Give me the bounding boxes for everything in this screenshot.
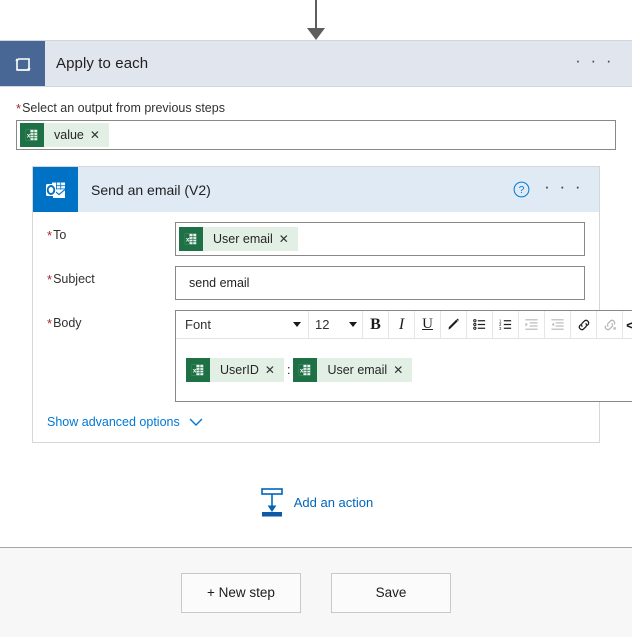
excel-icon: x xyxy=(293,358,318,382)
unlink-icon[interactable] xyxy=(597,311,622,338)
apply-to-each-title: Apply to each xyxy=(56,55,149,72)
select-output-label-text: Select an output from previous steps xyxy=(22,101,225,115)
new-step-button[interactable]: + New step xyxy=(181,572,301,613)
required-marker: * xyxy=(47,272,53,287)
body-rich-text-editor[interactable]: Font 12 B I U 1 2 3 < x UserID ✕: x Use… xyxy=(175,310,632,402)
dynamic-token-user-email[interactable]: x User email ✕ xyxy=(179,227,298,251)
chevron-down-icon xyxy=(349,322,357,327)
token-label: User email xyxy=(213,232,273,246)
subject-field-row: *Subject send email xyxy=(33,256,599,300)
svg-text:x: x xyxy=(27,133,31,140)
required-marker: * xyxy=(47,228,53,243)
subject-value: send email xyxy=(189,276,250,290)
indent-increase-icon[interactable] xyxy=(519,311,544,338)
token-label: UserID xyxy=(220,363,259,377)
underline-button[interactable]: U xyxy=(415,311,440,338)
dynamic-token-user-email[interactable]: x User email ✕ xyxy=(293,358,413,382)
to-field-row: *To x User email ✕ xyxy=(33,212,599,256)
excel-icon: x xyxy=(20,123,44,147)
token-label: value xyxy=(54,128,84,142)
code-view-icon[interactable]: </> xyxy=(623,311,632,338)
apply-to-each-scope: Apply to each · · · *Select an output fr… xyxy=(0,40,632,443)
save-button[interactable]: Save xyxy=(331,572,451,613)
excel-icon: x xyxy=(179,227,203,251)
scope-menu-ellipsis[interactable]: · · · xyxy=(575,52,614,71)
outlook-icon xyxy=(33,167,78,212)
show-advanced-options-label: Show advanced options xyxy=(47,415,180,429)
svg-text:x: x xyxy=(300,368,304,375)
italic-button[interactable]: I xyxy=(389,311,414,338)
indent-decrease-icon[interactable] xyxy=(545,311,570,338)
send-email-card-body: *To x User email ✕ *Subject send email *… xyxy=(33,212,632,442)
token-remove-icon[interactable]: ✕ xyxy=(265,364,284,376)
add-action-container: Add an action xyxy=(0,487,632,517)
svg-text:?: ? xyxy=(519,185,525,196)
body-field: Font 12 B I U 1 2 3 < x UserID ✕: x Use… xyxy=(175,310,632,402)
chevron-down-icon xyxy=(189,418,203,426)
font-size-value: 12 xyxy=(315,317,330,332)
to-label-text: To xyxy=(53,228,67,242)
body-label: *Body xyxy=(47,310,175,331)
subject-label-text: Subject xyxy=(53,272,95,286)
chevron-down-icon xyxy=(293,322,301,327)
excel-icon: x xyxy=(186,358,210,382)
body-label-text: Body xyxy=(53,316,82,330)
body-content-area[interactable]: x UserID ✕: x User email ✕ xyxy=(176,339,632,401)
send-email-card-header[interactable]: Send an email (V2) ? · · · xyxy=(33,167,599,212)
subject-field: send email xyxy=(175,266,585,300)
select-output-input[interactable]: x value ✕ xyxy=(16,120,616,150)
dynamic-token-userid[interactable]: x UserID ✕ xyxy=(186,358,284,382)
font-family-value: Font xyxy=(185,317,212,332)
bulleted-list-icon[interactable] xyxy=(467,311,492,338)
svg-text:x: x xyxy=(186,237,190,244)
select-output-label: *Select an output from previous steps xyxy=(16,101,616,116)
dynamic-token-value[interactable]: x value ✕ xyxy=(20,123,109,147)
bold-button[interactable]: B xyxy=(363,311,388,338)
svg-text:x: x xyxy=(193,368,197,375)
pen-highlight-icon[interactable] xyxy=(441,311,466,338)
add-action-label: Add an action xyxy=(293,494,374,510)
card-menu-ellipsis[interactable]: · · · xyxy=(544,178,583,197)
subject-label: *Subject xyxy=(47,266,175,287)
rich-text-toolbar: Font 12 B I U 1 2 3 < xyxy=(176,311,632,339)
to-label: *To xyxy=(47,222,175,243)
add-action-arrow-icon xyxy=(260,488,283,517)
to-input[interactable]: x User email ✕ xyxy=(175,222,585,256)
required-marker: * xyxy=(16,101,22,116)
svg-text:3: 3 xyxy=(499,326,502,331)
flow-connector-arrow xyxy=(0,0,632,40)
font-size-dropdown[interactable]: 12 xyxy=(309,311,362,338)
loop-repeat-icon xyxy=(0,41,45,86)
apply-to-each-body: *Select an output from previous steps x xyxy=(0,101,632,443)
help-circle-icon[interactable]: ? xyxy=(513,181,530,198)
numbered-list-icon[interactable]: 1 2 3 xyxy=(493,311,518,338)
token-label: User email xyxy=(327,363,388,377)
body-text-separator: : xyxy=(286,363,291,377)
token-remove-icon[interactable]: ✕ xyxy=(279,233,298,245)
to-field: x User email ✕ xyxy=(175,222,585,256)
subject-input[interactable]: send email xyxy=(175,266,585,300)
token-remove-icon[interactable]: ✕ xyxy=(90,129,109,141)
link-icon[interactable] xyxy=(571,311,596,338)
bottom-action-bar: + New step Save xyxy=(0,547,632,637)
token-remove-icon[interactable]: ✕ xyxy=(393,364,412,376)
add-action-button[interactable]: Add an action xyxy=(259,487,374,517)
font-family-dropdown[interactable]: Font xyxy=(176,311,308,338)
body-field-row: *Body Font 12 B I U 1 2 3 < x UserID ✕:… xyxy=(33,300,632,402)
apply-to-each-header[interactable]: Apply to each · · · xyxy=(0,40,632,87)
send-email-card-title: Send an email (V2) xyxy=(91,181,211,198)
show-advanced-options-button[interactable]: Show advanced options xyxy=(33,402,599,442)
required-marker: * xyxy=(47,316,53,331)
down-arrow-icon xyxy=(307,0,325,40)
send-email-action-card: Send an email (V2) ? · · · *To x User em… xyxy=(32,166,632,443)
